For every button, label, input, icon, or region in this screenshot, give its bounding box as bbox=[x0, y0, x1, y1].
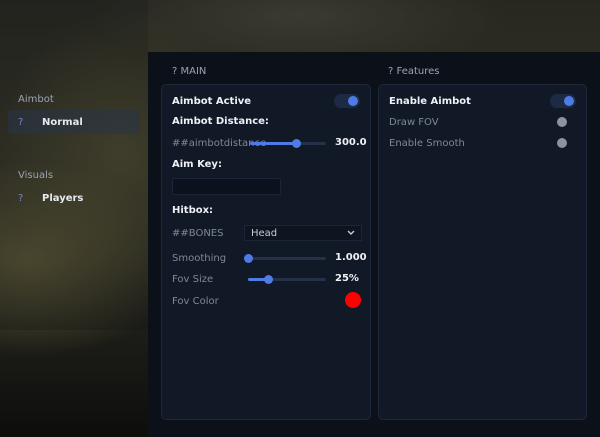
sidebar-item-label: Normal bbox=[42, 116, 83, 128]
hitbox-row: Hitbox: bbox=[172, 202, 360, 218]
aimbot-distance-slider[interactable] bbox=[250, 139, 326, 148]
smoothing-value: 1.000 bbox=[335, 252, 367, 263]
aim-key-input[interactable] bbox=[172, 178, 281, 195]
draw-fov-row: Draw FOV bbox=[389, 114, 576, 130]
fov-color-row: Fov Color bbox=[172, 293, 360, 309]
slider-handle[interactable] bbox=[263, 275, 273, 284]
hitbox-select[interactable]: Head bbox=[244, 225, 362, 241]
help-icon: ? bbox=[18, 116, 24, 128]
enable-smooth-row: Enable Smooth bbox=[389, 135, 576, 151]
slider-fill bbox=[250, 142, 296, 145]
fov-size-label: Fov Size bbox=[172, 273, 214, 285]
aim-key-row: Aim Key: bbox=[172, 156, 360, 172]
aimbot-active-label: Aimbot Active bbox=[172, 95, 252, 107]
features-panel-title: ? Features bbox=[388, 66, 440, 77]
slider-handle[interactable] bbox=[244, 254, 253, 263]
chevron-down-icon bbox=[347, 230, 355, 235]
fov-color-swatch[interactable] bbox=[345, 292, 361, 308]
sidebar-group-aimbot: Aimbot bbox=[18, 94, 54, 105]
main-panel: Aimbot Active Aimbot Distance: ##aimbotd… bbox=[161, 84, 371, 420]
enable-smooth-toggle[interactable] bbox=[550, 136, 576, 150]
toggle-knob bbox=[564, 96, 574, 106]
draw-fov-toggle[interactable] bbox=[550, 115, 576, 129]
sidebar-item-normal[interactable]: ? Normal bbox=[8, 110, 140, 134]
help-icon: ? bbox=[18, 192, 24, 204]
fov-color-label: Fov Color bbox=[172, 295, 219, 307]
top-bar bbox=[148, 0, 600, 52]
enable-aimbot-toggle[interactable] bbox=[550, 94, 576, 108]
smoothing-label: Smoothing bbox=[172, 252, 227, 264]
features-panel: Enable Aimbot Draw FOV Enable Smooth bbox=[378, 84, 587, 420]
aimbot-distance-label: Aimbot Distance: bbox=[172, 115, 269, 127]
aimbot-distance-row: Aimbot Distance: bbox=[172, 113, 360, 129]
main-panel-title: ? MAIN bbox=[172, 66, 207, 77]
sidebar-item-label: Players bbox=[42, 192, 84, 204]
bones-select-label: ##BONES bbox=[172, 227, 224, 239]
sidebar-group-visuals: Visuals bbox=[18, 170, 54, 181]
enable-aimbot-row: Enable Aimbot bbox=[389, 93, 576, 109]
slider-handle[interactable] bbox=[291, 139, 301, 148]
aimbot-distance-value: 300.0 bbox=[335, 137, 367, 148]
enable-aimbot-label: Enable Aimbot bbox=[389, 95, 471, 107]
fov-size-slider[interactable] bbox=[248, 275, 326, 284]
hitbox-label: Hitbox: bbox=[172, 204, 214, 216]
cheat-menu-window: Aimbot ? Normal Visuals ? Players ? MAIN… bbox=[0, 0, 600, 437]
sidebar-item-players[interactable]: ? Players bbox=[8, 186, 140, 210]
sidebar: Aimbot ? Normal Visuals ? Players bbox=[0, 0, 148, 330]
smoothing-slider[interactable] bbox=[244, 254, 326, 263]
toggle-knob bbox=[557, 138, 567, 148]
aimbot-active-toggle[interactable] bbox=[334, 94, 360, 108]
hitbox-selected-value: Head bbox=[251, 227, 278, 239]
aim-key-label: Aim Key: bbox=[172, 158, 222, 170]
draw-fov-label: Draw FOV bbox=[389, 116, 439, 128]
fov-size-value: 25% bbox=[335, 273, 359, 284]
toggle-knob bbox=[348, 96, 358, 106]
enable-smooth-label: Enable Smooth bbox=[389, 137, 465, 149]
toggle-knob bbox=[557, 117, 567, 127]
aimbot-active-row: Aimbot Active bbox=[172, 93, 360, 109]
